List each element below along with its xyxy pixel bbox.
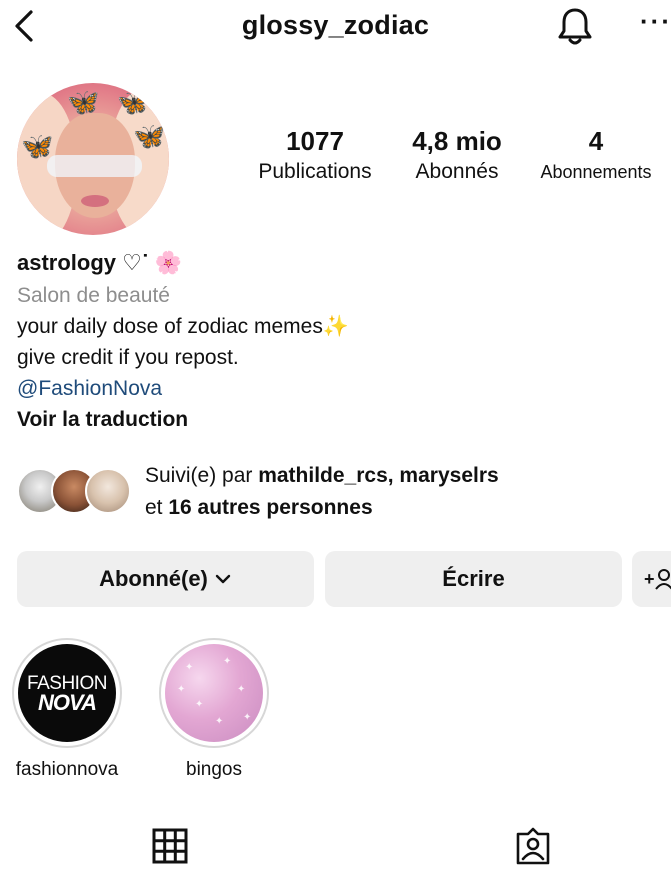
highlight-bingos[interactable]: ✦ ✦ ✦ ✦ ✦ ✦ ✦ bingos xyxy=(158,638,270,782)
profile-display-name: astrology ♡ᐝ 🌸 xyxy=(17,246,657,280)
stat-posts-label: Publications xyxy=(258,160,372,183)
add-person-button[interactable]: + xyxy=(632,551,671,607)
avatar xyxy=(85,468,131,514)
more-options-button[interactable]: ··· xyxy=(640,8,671,42)
followed-by-text: Suivi(e) par mathilde_rcs, maryselrs et … xyxy=(145,464,499,519)
stat-posts[interactable]: 1077 Publications xyxy=(245,126,385,186)
message-button[interactable]: Écrire xyxy=(325,551,622,607)
stat-posts-value: 1077 xyxy=(286,126,344,156)
more-icon: ··· xyxy=(640,6,671,36)
notifications-button[interactable] xyxy=(553,4,597,48)
stat-followers[interactable]: 4,8 mio Abonnés xyxy=(396,126,518,186)
chevron-down-icon xyxy=(215,574,231,584)
bio-mention-link[interactable]: @FashionNova xyxy=(17,373,657,404)
stat-followers-value: 4,8 mio xyxy=(412,126,502,156)
sparkles-emoji-icon: ✨ xyxy=(322,315,349,338)
see-translation-link[interactable]: Voir la traduction xyxy=(17,404,657,436)
stat-following-value: 4 xyxy=(588,126,604,156)
highlight-label: fashionnova xyxy=(15,759,119,780)
tab-posts-grid[interactable] xyxy=(150,826,190,866)
flower-emoji-icon: 🌸 xyxy=(154,250,183,275)
bingos-cover-image: ✦ ✦ ✦ ✦ ✦ ✦ ✦ xyxy=(165,644,263,742)
fashionnova-logo: FASHION NOVA xyxy=(18,644,116,742)
top-bar: glossy_zodiac ··· xyxy=(0,0,671,56)
highlight-fashionnova[interactable]: FASHION NOVA fashionnova xyxy=(11,638,123,782)
profile-avatar[interactable]: 🦋 🦋 🦋 🦋 xyxy=(17,83,169,235)
follower-avatars xyxy=(17,468,137,514)
stat-following-label: Abonnements xyxy=(540,162,652,182)
grid-icon xyxy=(152,828,188,864)
profile-tabs xyxy=(0,820,671,869)
tab-tagged[interactable] xyxy=(513,826,553,866)
following-button[interactable]: Abonné(e) xyxy=(17,551,314,607)
highlight-label: bingos xyxy=(186,759,242,780)
tagged-icon xyxy=(516,827,550,865)
stat-following[interactable]: 4 Abonnements xyxy=(528,126,664,186)
followed-by[interactable]: Suivi(e) par mathilde_rcs, maryselrs et … xyxy=(17,460,657,524)
bell-icon xyxy=(558,8,592,45)
bio-line-1: your daily dose of zodiac memes✨ xyxy=(17,315,349,338)
profile-bio: astrology ♡ᐝ 🌸 Salon de beauté your dail… xyxy=(17,246,657,436)
add-person-icon xyxy=(654,569,671,590)
stat-followers-label: Abonnés xyxy=(415,160,499,183)
profile-category: Salon de beauté xyxy=(17,284,170,307)
bio-line-2: give credit if you repost. xyxy=(17,346,239,369)
